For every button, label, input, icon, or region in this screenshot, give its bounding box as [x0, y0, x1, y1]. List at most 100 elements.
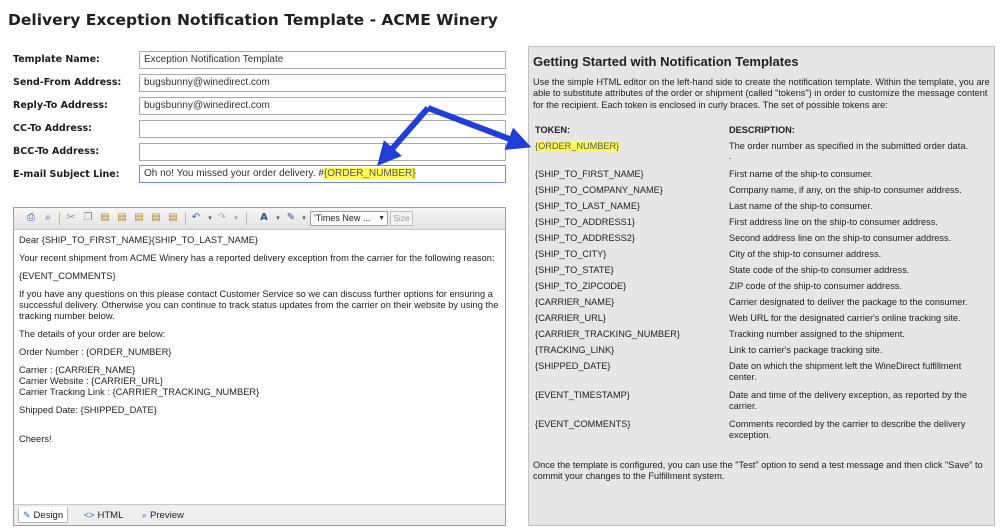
redo-dropdown-icon[interactable]: ▾ — [229, 211, 243, 225]
editor-line-intro: Your recent shipment from ACME Winery ha… — [19, 253, 495, 263]
font-color-dropdown-icon[interactable]: ▾ — [271, 211, 285, 225]
editor-line-carrier-website: Carrier Website : {CARRIER_URL} — [19, 376, 163, 386]
paste-text-icon[interactable]: ▤ — [115, 211, 129, 225]
token-description: Comments recorded by the carrier to desc… — [729, 419, 966, 440]
magnifier-icon: ⌕ — [142, 510, 148, 520]
token-description: Date and time of the delivery exception,… — [729, 390, 967, 411]
token-description: Web URL for the designated carrier's onl… — [729, 313, 961, 323]
editor-line-carrier-tracking: Carrier Tracking Link : {CARRIER_TRACKIN… — [19, 387, 260, 397]
token-name: {EVENT_TIMESTAMP} — [535, 390, 630, 400]
token-description: Tracking number assigned to the shipment… — [729, 329, 905, 339]
token-description: Last name of the ship-to consumer. — [729, 201, 873, 211]
token-name: {SHIP_TO_COMPANY_NAME} — [535, 185, 663, 195]
toolbar-separator — [59, 212, 60, 225]
token-name: {SHIP_TO_ZIPCODE} — [535, 281, 627, 291]
print-icon[interactable]: ⎙ — [24, 211, 38, 225]
editor-toolbar: ⎙ ⌕ ✂ ❐ ▤ ▤ ▤ ▤ ▤ ↶ ▾ ↷ ▾ A ▾ ✎ ▾ 'Times… — [14, 208, 505, 230]
editor-line-details: The details of your order are below: — [19, 329, 166, 339]
token-name: {SHIP_TO_ADDRESS2} — [535, 233, 635, 243]
token-name: {SHIP_TO_FIRST_NAME} — [535, 169, 644, 179]
editor-line-greeting: Dear {SHIP_TO_FIRST_NAME}{SHIP_TO_LAST_N… — [19, 235, 258, 245]
code-icon: <> — [84, 510, 95, 520]
help-intro: Use the simple HTML editor on the left-h… — [533, 77, 990, 110]
editor-mode-tabs: ✎ Design <> HTML ⌕ Preview — [14, 504, 505, 525]
token-description: State code of the ship-to consumer addre… — [729, 265, 910, 275]
token-description: ZIP code of the ship-to consumer address… — [729, 281, 902, 291]
subject-text: Oh no! You missed your order delivery. # — [144, 168, 324, 179]
token-description: Date on which the shipment left the Wine… — [729, 361, 962, 382]
editor-line-shipped-date: Shipped Date: {SHIPPED_DATE} — [19, 405, 157, 415]
token-name: {SHIP_TO_ADDRESS1} — [535, 217, 635, 227]
reply-to-input[interactable]: bugsbunny@winedirect.com — [139, 97, 506, 115]
editor-line-event-comments: {EVENT_COMMENTS} — [19, 271, 116, 281]
token-description: First address line on the ship-to consum… — [729, 217, 938, 227]
pencil-icon: ✎ — [23, 510, 31, 520]
page-title: Delivery Exception Notification Template… — [8, 11, 498, 29]
token-description: City of the ship-to consumer address. — [729, 249, 882, 259]
highlight-color-icon[interactable]: ✎ — [284, 211, 298, 225]
token-description: First name of the ship-to consumer. — [729, 169, 873, 179]
token-name: {SHIPPED_DATE} — [535, 361, 611, 371]
editor-line-order-number: Order Number : {ORDER_NUMBER} — [19, 347, 172, 357]
description-column-header: DESCRIPTION: — [729, 125, 795, 135]
font-size-select[interactable]: Size — [390, 211, 413, 226]
cut-icon[interactable]: ✂ — [64, 211, 78, 225]
copy-icon[interactable]: ❐ — [81, 211, 95, 225]
token-name: {EVENT_COMMENTS} — [535, 419, 631, 429]
token-name: {TRACKING_LINK} — [535, 345, 615, 355]
token-description: Second address line on the ship-to consu… — [729, 233, 952, 243]
subject-input[interactable]: Oh no! You missed your order delivery. #… — [139, 165, 506, 183]
send-from-input[interactable]: bugsbunny@winedirect.com — [139, 74, 506, 92]
subject-token-highlight: {ORDER_NUMBER} — [323, 168, 416, 179]
tab-design-label: Design — [33, 510, 64, 521]
send-from-label: Send-From Address: — [13, 77, 122, 88]
token-description: Carrier designated to deliver the packag… — [729, 297, 968, 307]
editor-line-questions: If you have any questions on this please… — [19, 289, 499, 321]
font-name-select[interactable]: 'Times New ... ▼ — [310, 211, 388, 226]
help-panel: Getting Started with Notification Templa… — [528, 46, 995, 526]
reply-to-label: Reply-To Address: — [13, 100, 108, 111]
token-name: {SHIP_TO_STATE} — [535, 265, 614, 275]
token-name: {SHIP_TO_CITY} — [535, 249, 607, 259]
tab-html[interactable]: <> HTML — [80, 507, 127, 523]
token-name: {CARRIER_URL} — [535, 313, 606, 323]
token-name: {CARRIER_NAME} — [535, 297, 615, 307]
bcc-to-label: BCC-To Address: — [13, 146, 100, 157]
help-footer: Once the template is configured, you can… — [533, 460, 983, 482]
template-name-input[interactable]: Exception Notification Template — [139, 51, 506, 69]
html-editor: ⎙ ⌕ ✂ ❐ ▤ ▤ ▤ ▤ ▤ ↶ ▾ ↷ ▾ A ▾ ✎ ▾ 'Times… — [13, 207, 506, 526]
paste-word-icon[interactable]: ▤ — [132, 211, 146, 225]
toolbar-separator — [246, 212, 247, 225]
tab-preview-label: Preview — [150, 510, 184, 521]
token-column-header: TOKEN: — [535, 125, 571, 135]
undo-icon[interactable]: ↶ — [189, 211, 203, 225]
paste-icon[interactable]: ▤ — [98, 211, 112, 225]
highlight-dropdown-icon[interactable]: ▾ — [297, 211, 311, 225]
template-name-label: Template Name: — [13, 54, 100, 65]
find-icon[interactable]: ⌕ — [41, 211, 55, 225]
token-description-dot: . — [729, 151, 732, 161]
editor-line-signoff: Cheers! — [19, 434, 52, 444]
font-name-value: 'Times New ... — [314, 213, 371, 223]
bcc-to-input[interactable] — [139, 143, 506, 161]
font-color-icon[interactable]: A — [257, 211, 271, 225]
tab-html-label: HTML — [97, 510, 124, 521]
token-name: {SHIP_TO_LAST_NAME} — [535, 201, 641, 211]
paste-html-icon[interactable]: ▤ — [149, 211, 163, 225]
cc-to-label: CC-To Address: — [13, 123, 92, 134]
token-description: Company name, if any, on the ship-to con… — [729, 185, 962, 195]
token-description: The order number as specified in the sub… — [729, 141, 969, 151]
editor-line-carrier: Carrier : {CARRIER_NAME} — [19, 365, 136, 375]
help-title: Getting Started with Notification Templa… — [533, 54, 799, 69]
redo-icon[interactable]: ↷ — [215, 211, 229, 225]
token-name-highlight: {ORDER_NUMBER} — [535, 141, 620, 152]
token-name: {CARRIER_TRACKING_NUMBER} — [535, 329, 680, 339]
toolbar-separator — [185, 212, 186, 225]
token-description: Link to carrier's package tracking site. — [729, 345, 883, 355]
paste-plain-icon[interactable]: ▤ — [166, 211, 180, 225]
chevron-down-icon: ▼ — [378, 215, 385, 222]
cc-to-input[interactable] — [139, 120, 506, 138]
tab-preview[interactable]: ⌕ Preview — [138, 507, 188, 523]
editor-content[interactable]: Dear {SHIP_TO_FIRST_NAME}{SHIP_TO_LAST_N… — [14, 231, 505, 504]
tab-design[interactable]: ✎ Design — [18, 507, 69, 523]
